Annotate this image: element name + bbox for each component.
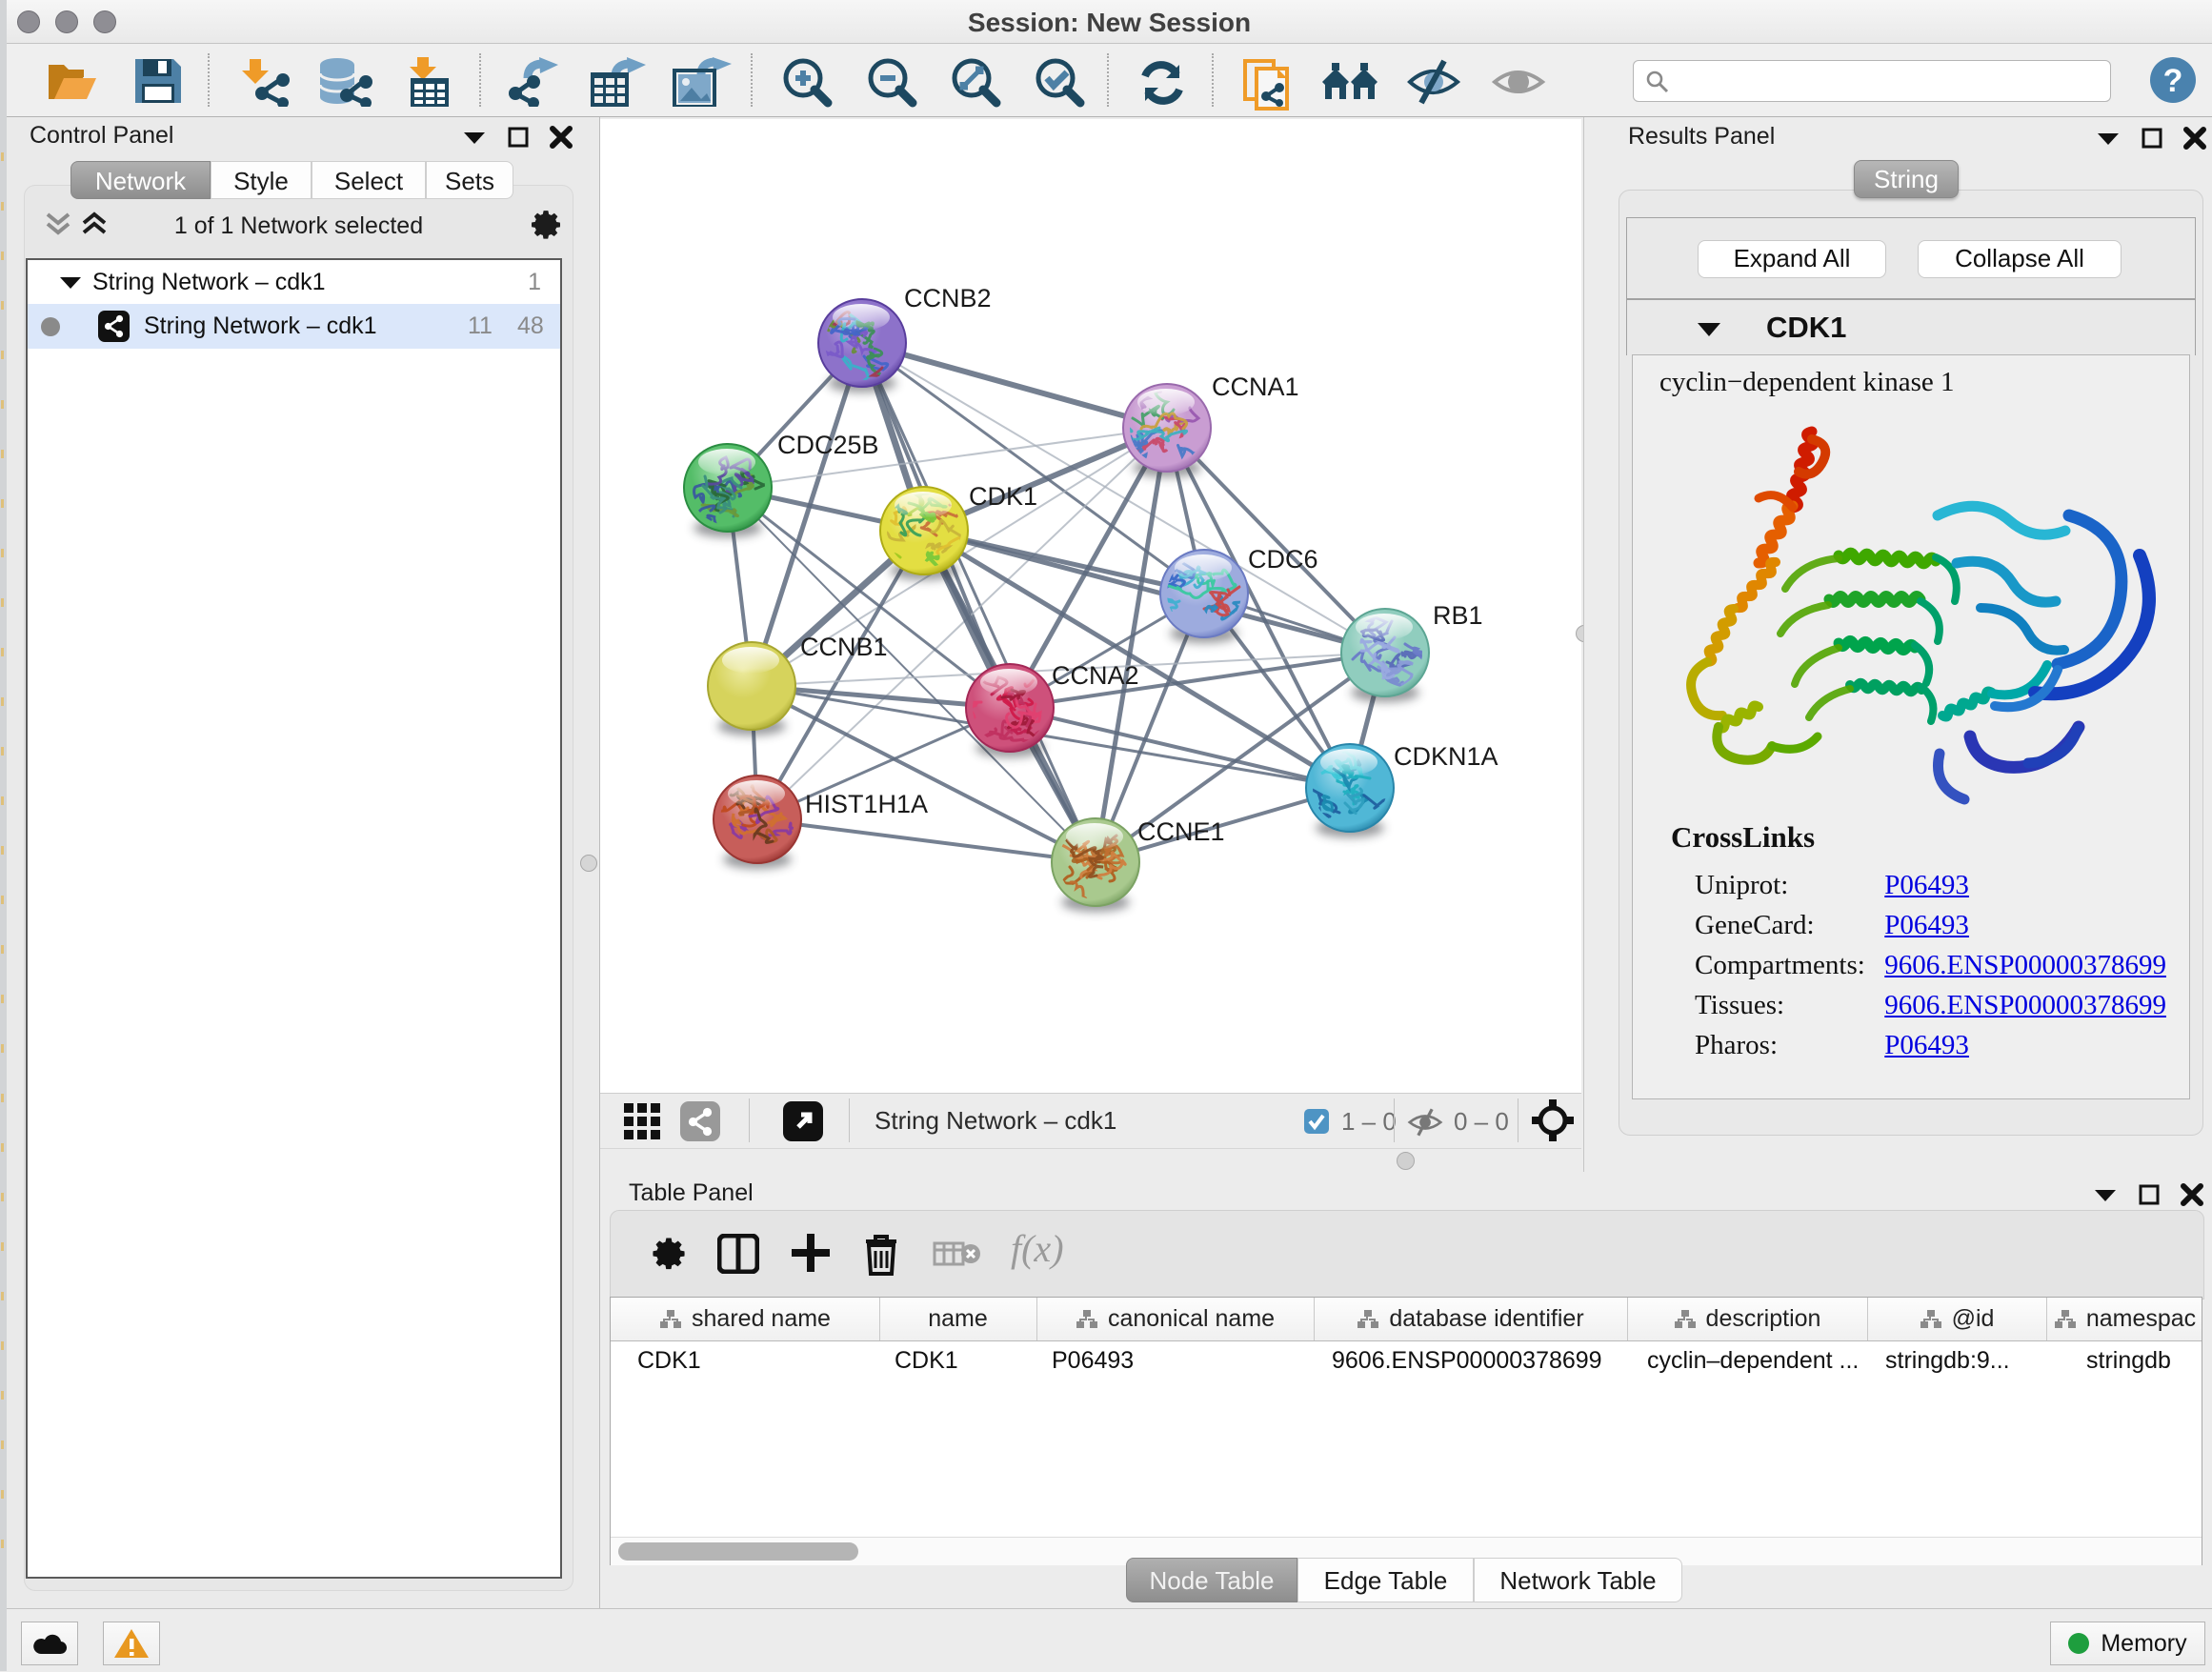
svg-text:CCNB1: CCNB1 [800, 633, 888, 661]
svg-text:CDC25B: CDC25B [777, 431, 879, 459]
svg-text:CDC6: CDC6 [1248, 545, 1318, 574]
svg-text:CCNB2: CCNB2 [904, 284, 992, 312]
svg-text:RB1: RB1 [1433, 601, 1483, 630]
svg-text:CDKN1A: CDKN1A [1394, 742, 1498, 771]
svg-text:CDK1: CDK1 [969, 482, 1037, 511]
svg-text:HIST1H1A: HIST1H1A [805, 790, 928, 818]
svg-text:CCNA2: CCNA2 [1052, 661, 1139, 690]
svg-text:?: ? [2163, 63, 2183, 99]
svg-text:CCNE1: CCNE1 [1137, 817, 1225, 846]
svg-text:CCNA1: CCNA1 [1212, 373, 1299, 401]
